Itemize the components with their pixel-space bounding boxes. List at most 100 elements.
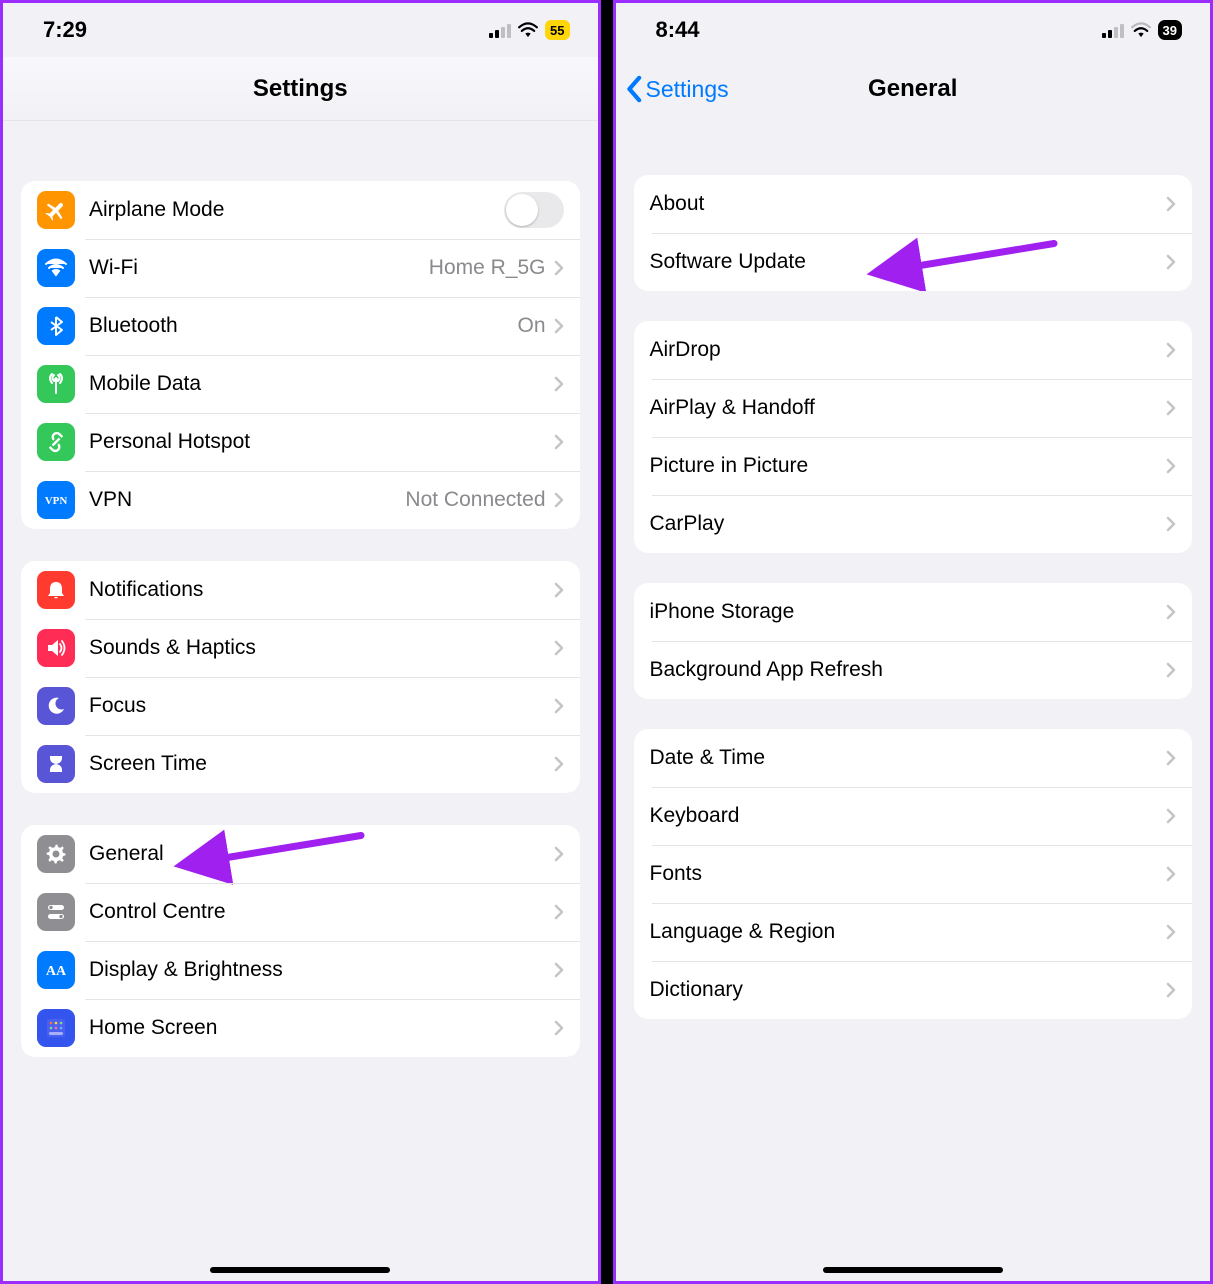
- home-indicator[interactable]: [210, 1267, 390, 1273]
- row-keyboard[interactable]: Keyboard: [634, 787, 1193, 845]
- row-software-update[interactable]: Software Update: [634, 233, 1193, 291]
- row-general[interactable]: General: [21, 825, 580, 883]
- chevron-right-icon: [554, 582, 564, 598]
- cellular-signal-icon: [489, 22, 511, 38]
- row-value: Not Connected: [405, 488, 545, 512]
- row-display-brightness[interactable]: AADisplay & Brightness: [21, 941, 580, 999]
- row-dictionary[interactable]: Dictionary: [634, 961, 1193, 1019]
- chevron-right-icon: [1166, 516, 1176, 532]
- battery-badge: 55: [545, 20, 569, 40]
- chevron-right-icon: [554, 434, 564, 450]
- row-label: AirPlay & Handoff: [650, 396, 1167, 420]
- settings-group: iPhone Storage Background App Refresh: [634, 583, 1193, 699]
- hourglass-icon: [37, 745, 75, 783]
- row-sounds-haptics[interactable]: Sounds & Haptics: [21, 619, 580, 677]
- switches-icon: [37, 893, 75, 931]
- gear-icon: [37, 835, 75, 873]
- chevron-right-icon: [1166, 982, 1176, 998]
- back-button[interactable]: Settings: [626, 57, 729, 121]
- wifi-icon: [37, 249, 75, 287]
- settings-group: Date & Time KeyboardFonts Language & Regio…: [634, 729, 1193, 1019]
- row-notifications[interactable]: Notifications: [21, 561, 580, 619]
- airplane-icon: [37, 191, 75, 229]
- toggle-knob: [506, 194, 538, 226]
- back-label: Settings: [646, 76, 729, 103]
- row-label: Dictionary: [650, 978, 1167, 1002]
- status-indicators: 39: [1102, 20, 1182, 40]
- row-screen-time[interactable]: Screen Time: [21, 735, 580, 793]
- page-title: General: [868, 75, 957, 103]
- row-background-app-refresh[interactable]: Background App Refresh: [634, 641, 1193, 699]
- row-value: On: [517, 314, 545, 338]
- chevron-right-icon: [554, 260, 564, 276]
- chevron-right-icon: [554, 376, 564, 392]
- chevron-right-icon: [554, 318, 564, 334]
- row-label: iPhone Storage: [650, 600, 1167, 624]
- chevron-right-icon: [554, 1020, 564, 1036]
- row-label: Airplane Mode: [89, 198, 504, 222]
- settings-list[interactable]: Airplane ModeWi-FiHome R_5GBluetoothOnMo…: [3, 121, 598, 1281]
- row-personal-hotspot[interactable]: Personal Hotspot: [21, 413, 580, 471]
- battery-badge: 39: [1158, 20, 1182, 40]
- row-wifi[interactable]: Wi-FiHome R_5G: [21, 239, 580, 297]
- status-time: 7:29: [43, 17, 87, 43]
- vpn-text-icon: VPN: [37, 481, 75, 519]
- row-value: Home R_5G: [429, 256, 546, 280]
- bell-icon: [37, 571, 75, 609]
- row-label: Picture in Picture: [650, 454, 1167, 478]
- row-fonts[interactable]: Fonts: [634, 845, 1193, 903]
- settings-group: Notifications Sounds & Haptics Focus Screen…: [21, 561, 580, 793]
- row-mobile-data[interactable]: Mobile Data: [21, 355, 580, 413]
- home-indicator[interactable]: [823, 1267, 1003, 1273]
- antenna-icon: [37, 365, 75, 403]
- chevron-right-icon: [1166, 750, 1176, 766]
- status-bar: 7:29 55: [3, 3, 598, 57]
- row-iphone-storage[interactable]: iPhone Storage: [634, 583, 1193, 641]
- row-picture-in-picture[interactable]: Picture in Picture: [634, 437, 1193, 495]
- chevron-right-icon: [554, 962, 564, 978]
- row-focus[interactable]: Focus: [21, 677, 580, 735]
- row-date-time[interactable]: Date & Time: [634, 729, 1193, 787]
- bluetooth-icon: [37, 307, 75, 345]
- row-airdrop[interactable]: AirDrop: [634, 321, 1193, 379]
- row-label: VPN: [89, 488, 405, 512]
- row-carplay[interactable]: CarPlay: [634, 495, 1193, 553]
- chevron-right-icon: [1166, 662, 1176, 678]
- toggle[interactable]: [504, 192, 564, 228]
- row-label: Date & Time: [650, 746, 1167, 770]
- chevron-right-icon: [1166, 924, 1176, 940]
- row-language-region[interactable]: Language & Region: [634, 903, 1193, 961]
- row-home-screen[interactable]: Home Screen: [21, 999, 580, 1057]
- row-label: Control Centre: [89, 900, 554, 924]
- chevron-right-icon: [1166, 342, 1176, 358]
- row-label: Bluetooth: [89, 314, 517, 338]
- row-label: Focus: [89, 694, 554, 718]
- row-airplane-mode[interactable]: Airplane Mode: [21, 181, 580, 239]
- general-list[interactable]: About Software Update AirDrop AirPlay & Han…: [616, 121, 1211, 1281]
- row-bluetooth[interactable]: BluetoothOn: [21, 297, 580, 355]
- wifi-icon: [517, 22, 539, 38]
- row-vpn[interactable]: VPNVPNNot Connected: [21, 471, 580, 529]
- row-label: Screen Time: [89, 752, 554, 776]
- row-control-centre[interactable]: Control Centre: [21, 883, 580, 941]
- chevron-right-icon: [1166, 458, 1176, 474]
- row-label: Language & Region: [650, 920, 1167, 944]
- chevron-right-icon: [554, 846, 564, 862]
- row-label: Notifications: [89, 578, 554, 602]
- status-bar: 8:44 39: [616, 3, 1211, 57]
- row-label: Software Update: [650, 250, 1167, 274]
- row-about[interactable]: About: [634, 175, 1193, 233]
- screenshot-general: 8:44 39 Settings General About Software U…: [613, 0, 1213, 1284]
- settings-group: AirDrop AirPlay & Handoff Picture in Pictu…: [634, 321, 1193, 553]
- row-airplay-handoff[interactable]: AirPlay & Handoff: [634, 379, 1193, 437]
- settings-group: General Control Centre AADisplay & Brightn…: [21, 825, 580, 1057]
- row-label: Wi-Fi: [89, 256, 429, 280]
- chevron-right-icon: [554, 698, 564, 714]
- page-title: Settings: [253, 75, 348, 103]
- chevron-right-icon: [1166, 196, 1176, 212]
- settings-group: About Software Update: [634, 175, 1193, 291]
- row-label: Background App Refresh: [650, 658, 1167, 682]
- settings-group: Airplane ModeWi-FiHome R_5GBluetoothOnMo…: [21, 181, 580, 529]
- row-label: General: [89, 842, 554, 866]
- row-label: Personal Hotspot: [89, 430, 554, 454]
